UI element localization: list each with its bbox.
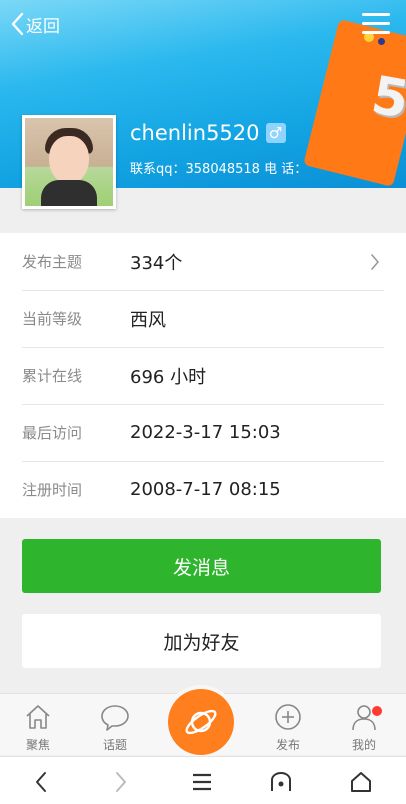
info-row-topics[interactable]: 发布主题 334个 xyxy=(0,233,406,290)
browser-tabs-button[interactable] xyxy=(268,769,294,795)
chevron-right-icon xyxy=(371,254,379,270)
profile-username-row: chenlin5520 ♂ xyxy=(130,121,286,145)
profile-info-list: 发布主题 334个 当前等级 西风 累计在线 696 小时 最后访问 2022-… xyxy=(0,233,406,518)
info-row-registered: 注册时间 2008-7-17 08:15 xyxy=(0,461,406,518)
add-friend-button[interactable]: 加为好友 xyxy=(22,614,381,668)
tab-mine[interactable]: 我的 xyxy=(334,700,394,753)
chevron-right-icon xyxy=(116,772,126,792)
profile-username: chenlin5520 xyxy=(130,121,260,145)
banner-decoration-dot xyxy=(378,38,385,45)
info-value: 2022-3-17 15:03 xyxy=(130,422,281,443)
info-value: 2008-7-17 08:15 xyxy=(130,479,281,500)
browser-toolbar xyxy=(0,756,406,804)
info-value: 西风 xyxy=(130,309,166,331)
tab-topics[interactable]: 话题 xyxy=(85,700,145,753)
browser-home-button[interactable] xyxy=(348,769,374,795)
info-label: 累计在线 xyxy=(22,367,83,385)
notification-badge xyxy=(372,706,382,716)
home-icon xyxy=(26,705,50,729)
info-row-last-visit: 最后访问 2022-3-17 15:03 xyxy=(0,404,406,461)
plus-circle-icon xyxy=(275,704,301,730)
tab-home[interactable]: 聚焦 xyxy=(8,700,68,753)
tab-label: 聚焦 xyxy=(25,738,50,752)
chevron-left-icon xyxy=(11,12,24,36)
profile-contact: 联系qq：358048518 电 话： xyxy=(130,162,308,177)
info-value: 696 小时 xyxy=(130,366,207,388)
center-action-button[interactable] xyxy=(168,689,234,755)
tab-label: 发布 xyxy=(275,738,300,752)
info-label: 当前等级 xyxy=(22,310,83,328)
tab-label: 我的 xyxy=(351,738,376,752)
tab-label: 话题 xyxy=(102,738,127,752)
back-button[interactable]: 返回 xyxy=(10,10,60,38)
avatar[interactable] xyxy=(22,115,116,209)
browser-menu-button[interactable] xyxy=(189,769,215,795)
avatar-image xyxy=(25,118,113,206)
menu-icon xyxy=(193,773,211,791)
back-label: 返回 xyxy=(26,16,60,37)
browser-back-button[interactable] xyxy=(28,769,54,795)
menu-icon[interactable] xyxy=(362,13,390,35)
browser-forward-button[interactable] xyxy=(108,769,134,795)
info-row-online-time: 累计在线 696 小时 xyxy=(0,347,406,404)
info-row-level: 当前等级 西风 xyxy=(0,290,406,347)
info-label: 发布主题 xyxy=(22,253,83,271)
male-icon: ♂ xyxy=(265,123,286,143)
tab-publish[interactable]: 发布 xyxy=(258,700,318,753)
info-label: 注册时间 xyxy=(22,481,83,499)
info-value: 334个 xyxy=(130,252,183,274)
chevron-left-icon xyxy=(36,772,46,792)
info-label: 最后访问 xyxy=(22,424,83,442)
home-icon xyxy=(351,772,371,792)
planet-icon xyxy=(185,709,217,735)
chat-bubble-icon xyxy=(101,705,129,731)
send-message-button[interactable]: 发消息 xyxy=(22,539,381,593)
tabs-icon xyxy=(271,771,291,791)
